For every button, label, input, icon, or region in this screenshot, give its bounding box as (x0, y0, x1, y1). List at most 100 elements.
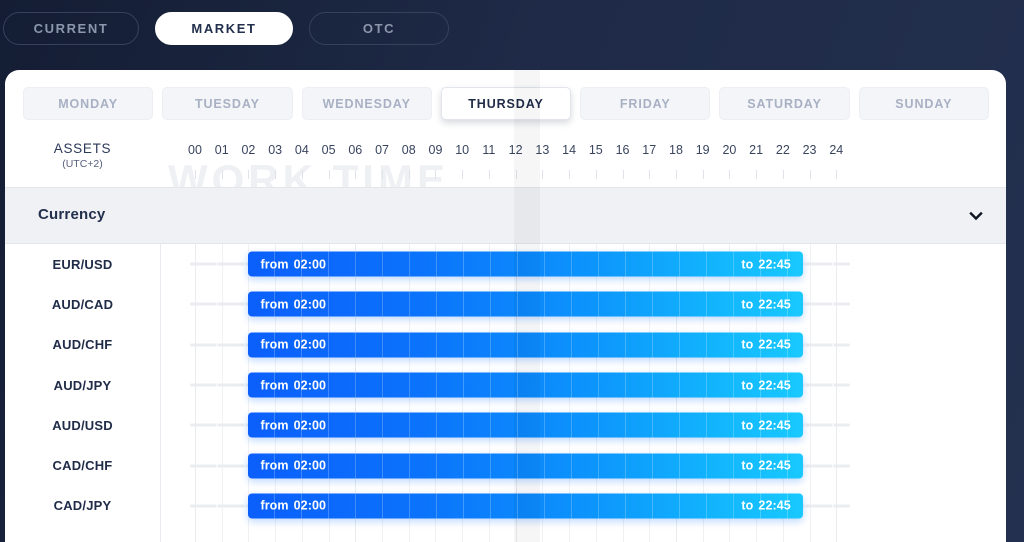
day-tab-tuesday[interactable]: TUESDAY (162, 87, 293, 120)
timeline-track[interactable]: from 02:00 to 22:45 (160, 284, 1006, 324)
bar-start-label: from 02:00 (260, 332, 326, 357)
day-tab-sunday[interactable]: SUNDAY (858, 87, 989, 120)
hour-label-04: 04 (294, 143, 309, 157)
hour-tick (622, 170, 624, 179)
asset-name: CAD/CHF (52, 458, 113, 474)
bar-start-prefix: from (260, 378, 289, 393)
day-tab-label: SATURDAY (747, 96, 822, 111)
market-tab-otc[interactable]: OTC (309, 11, 449, 45)
market-tabs: CURRENT MARKET OTC (0, 11, 449, 45)
hour-label-05: 05 (321, 143, 336, 157)
asset-row: AUD/CHF from 02:00 to 22:45 (5, 325, 1006, 365)
hour-label-12: 12 (508, 143, 523, 157)
bar-segments (248, 412, 803, 438)
hour-tick (729, 170, 731, 179)
bar-end-time: 22:45 (758, 257, 791, 272)
bar-end-time: 22:45 (758, 378, 791, 393)
market-tab-otc-label: OTC (362, 20, 396, 36)
working-hours-bar[interactable]: from 02:00 to 22:45 (248, 493, 803, 519)
bar-end-time: 22:45 (758, 458, 791, 473)
bar-end-label: to 22:45 (741, 252, 790, 277)
timeline-track[interactable]: from 02:00 to 22:45 (160, 486, 1006, 526)
working-hours-bar[interactable]: from 02:00 to 22:45 (248, 372, 803, 398)
bar-end-prefix: to (741, 257, 754, 272)
bar-start-label: from 02:00 (260, 453, 326, 478)
timeline-track[interactable]: from 02:00 to 22:45 (160, 244, 1006, 284)
bar-end-time: 22:45 (758, 297, 791, 312)
bar-start-label: from 02:00 (260, 252, 326, 277)
group-header-currency[interactable]: Currency (5, 187, 1006, 244)
day-tab-friday[interactable]: FRIDAY (580, 87, 711, 120)
hour-tick (488, 170, 490, 179)
hour-label-07: 07 (375, 143, 389, 157)
column-divider (160, 244, 161, 542)
hour-label-14: 14 (562, 143, 577, 157)
day-tab-saturday[interactable]: SATURDAY (719, 87, 850, 120)
hour-label-22: 22 (775, 143, 790, 157)
working-hours-bar[interactable]: from 02:00 to 22:45 (248, 412, 803, 438)
asset-name: AUD/JPY (53, 377, 112, 393)
day-tab-label: SUNDAY (895, 96, 953, 111)
day-tab-label: TUESDAY (194, 96, 260, 111)
asset-row: EUR/USD from 02:00 to 22:45 (5, 244, 1006, 284)
bar-end-prefix: to (741, 498, 754, 513)
hour-tick (809, 170, 811, 179)
hour-label-11: 11 (482, 143, 496, 157)
hour-tick (756, 170, 758, 179)
timeline-track[interactable]: from 02:00 to 22:45 (160, 365, 1006, 405)
bar-start-time: 02:00 (293, 337, 327, 352)
bar-start-time: 02:00 (293, 458, 327, 473)
hour-label-06: 06 (348, 143, 363, 157)
bar-end-label: to 22:45 (741, 292, 790, 317)
day-tab-label: FRIDAY (619, 96, 671, 111)
timezone-label: (UTC+2) (62, 158, 103, 170)
hour-tick (248, 170, 250, 179)
bar-start-label: from 02:00 (260, 373, 326, 398)
hour-tick (221, 170, 223, 179)
bar-end-label: to 22:45 (741, 413, 790, 438)
bar-end-label: to 22:45 (741, 453, 790, 478)
bar-segments (248, 251, 803, 277)
hour-labels: 00 01 02 03 04 05 06 07 08 09 10 11 12 13 14 15 16 17 18 19… (182, 143, 862, 163)
chevron-down-icon[interactable] (968, 208, 984, 224)
market-tab-current[interactable]: CURRENT (3, 11, 139, 45)
day-tab-wednesday[interactable]: WEDNESDAY (301, 87, 432, 120)
group-title: Currency (38, 206, 106, 223)
hour-label-17: 17 (642, 143, 657, 157)
hour-label-02: 02 (241, 143, 256, 157)
bar-end-prefix: to (741, 418, 754, 433)
hour-label-00: 00 (188, 143, 202, 157)
hour-label-20: 20 (722, 143, 737, 157)
asset-row: CAD/CHF from 02:00 to 22:45 (5, 445, 1006, 485)
hour-label-01: 01 (214, 143, 229, 157)
bar-start-prefix: from (260, 418, 289, 433)
day-tab-thursday[interactable]: THURSDAY (440, 87, 572, 120)
hour-ticks (182, 170, 862, 179)
timeline-track[interactable]: from 02:00 to 22:45 (160, 405, 1006, 445)
working-hours-bar[interactable]: from 02:00 to 22:45 (248, 251, 803, 277)
asset-name: EUR/USD (52, 256, 113, 272)
hour-tick (649, 170, 651, 179)
hour-tick (408, 170, 410, 179)
asset-row: AUD/USD from 02:00 to 22:45 (5, 405, 1006, 445)
working-hours-bar[interactable]: from 02:00 to 22:45 (248, 453, 803, 479)
timeline-track[interactable]: from 02:00 to 22:45 (160, 325, 1006, 365)
hour-label-15: 15 (588, 143, 603, 157)
bar-end-prefix: to (741, 297, 754, 312)
timeline-track[interactable]: from 02:00 to 22:45 (160, 445, 1006, 485)
day-tabs: MONDAY TUESDAY WEDNESDAY THURSDAY FRIDAY SATU… (23, 87, 989, 120)
asset-rows: EUR/USD from 02:00 to 22:45 AUD/CAD from 02:00 t… (5, 244, 1006, 542)
bar-start-time: 02:00 (293, 257, 327, 272)
market-tab-current-label: CURRENT (33, 20, 109, 36)
hour-tick (275, 170, 277, 179)
day-tab-monday[interactable]: MONDAY (23, 87, 154, 120)
working-hours-bar[interactable]: from 02:00 to 22:45 (248, 332, 803, 358)
assets-column-header: ASSETS (UTC+2) (5, 141, 160, 170)
bar-start-prefix: from (260, 498, 289, 513)
working-hours-bar[interactable]: from 02:00 to 22:45 (248, 291, 803, 317)
hour-tick (782, 170, 784, 179)
day-tab-label: MONDAY (58, 96, 119, 111)
hour-label-18: 18 (669, 143, 683, 157)
asset-row: CAD/JPY from 02:00 to 22:45 (5, 486, 1006, 526)
market-tab-market[interactable]: MARKET (155, 11, 293, 45)
